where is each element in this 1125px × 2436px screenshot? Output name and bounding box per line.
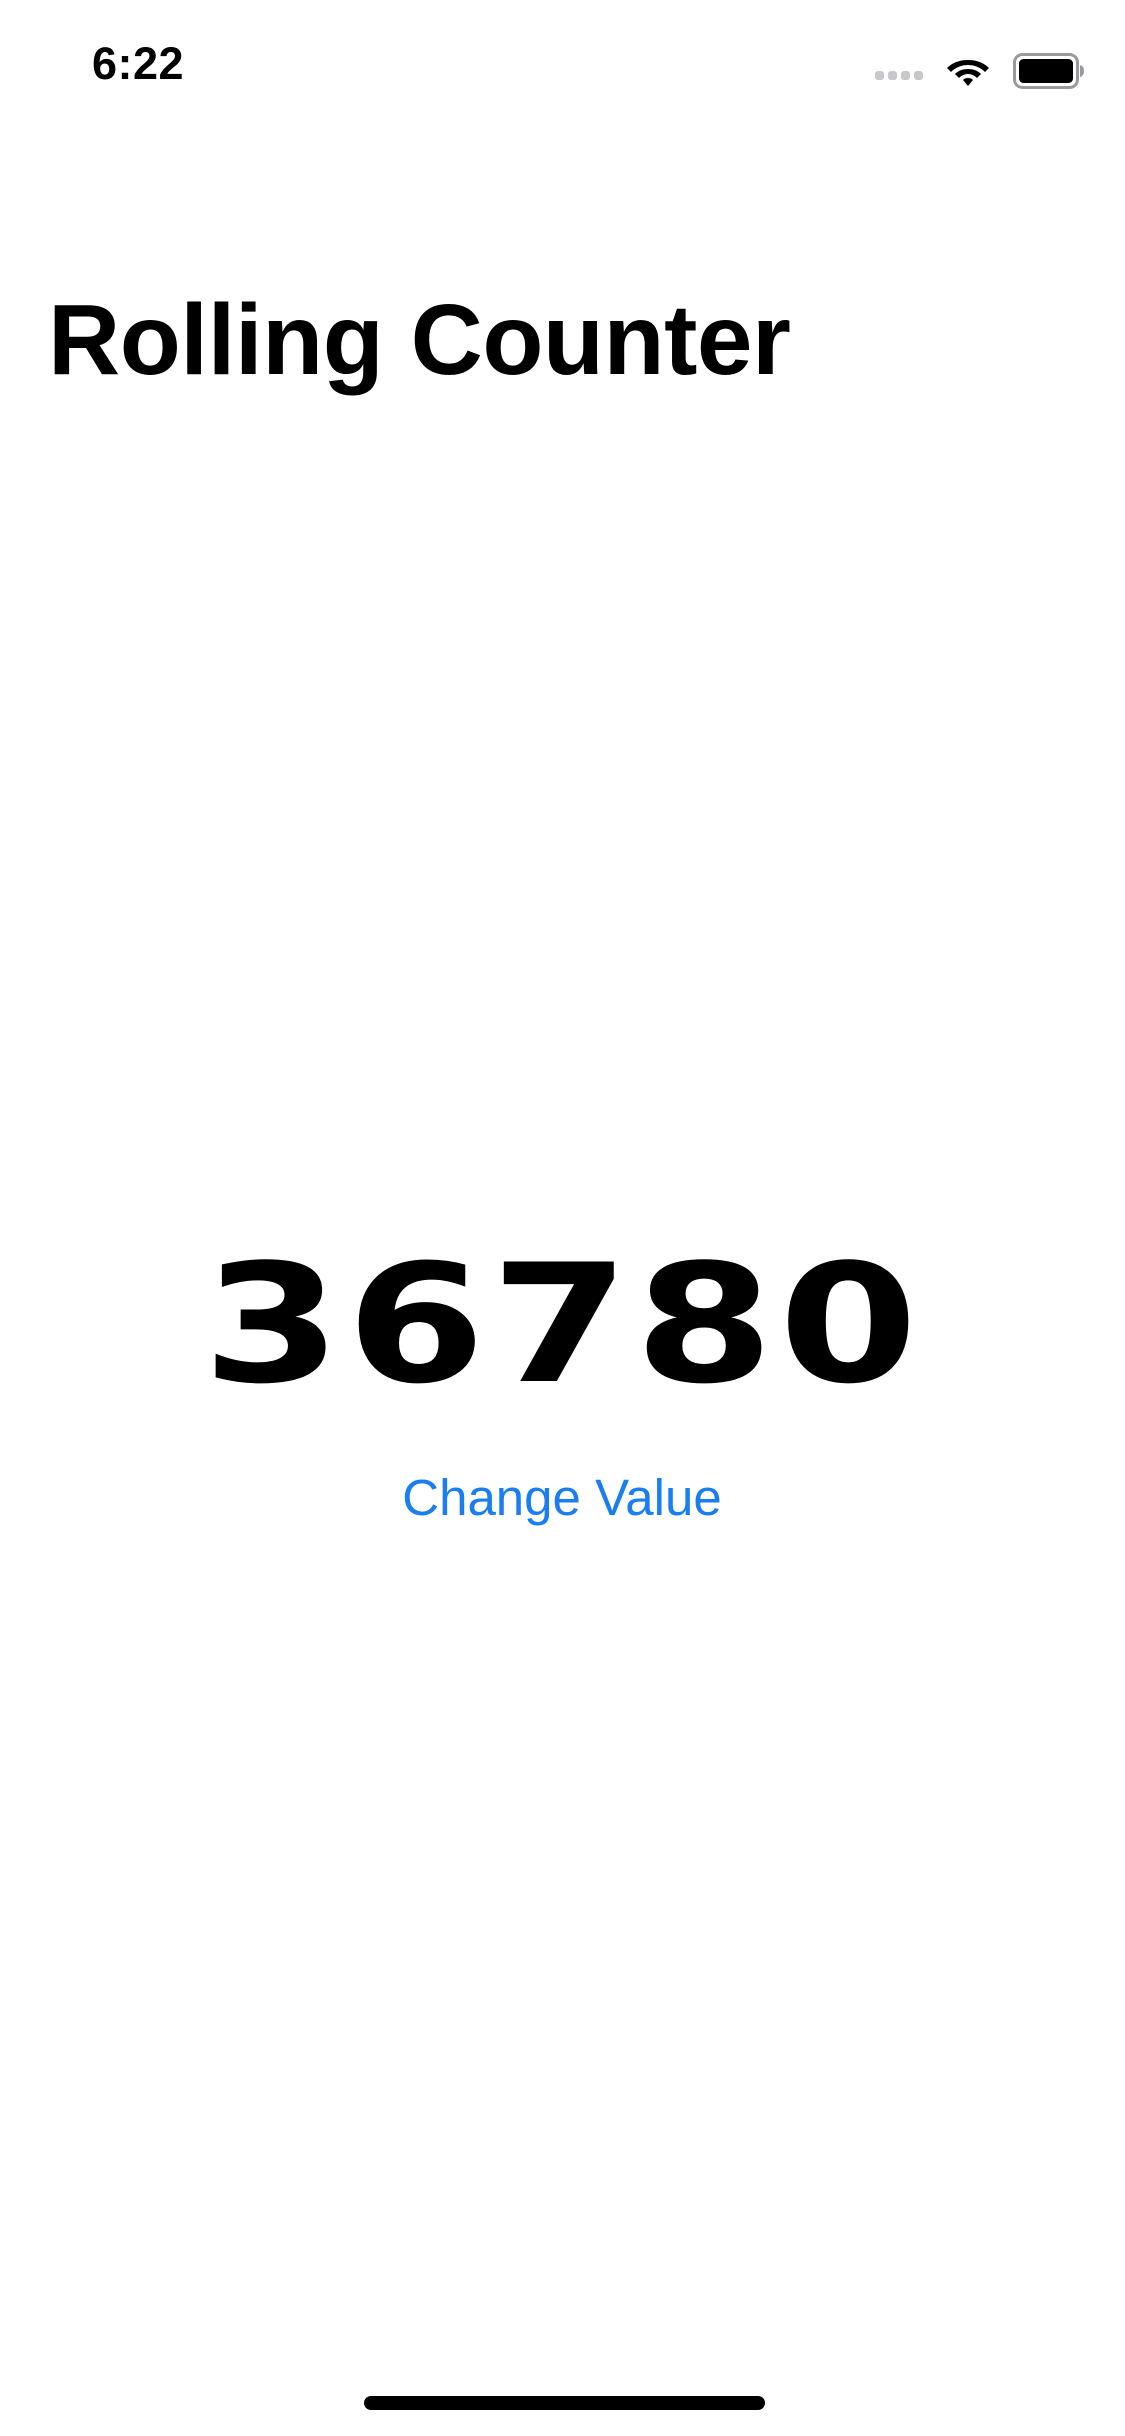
cellular-signal-icon — [875, 62, 923, 80]
home-indicator[interactable] — [364, 2396, 765, 2410]
battery-icon — [1013, 53, 1085, 89]
status-time: 6:22 — [92, 38, 185, 89]
counter-value: 36780 — [202, 1229, 923, 1420]
page-title: Rolling Counter — [48, 284, 791, 396]
change-value-button[interactable]: Change Value — [362, 1458, 762, 1538]
status-bar: 6:22 — [0, 0, 1125, 140]
status-icons — [875, 50, 1085, 92]
wifi-icon — [945, 54, 991, 88]
